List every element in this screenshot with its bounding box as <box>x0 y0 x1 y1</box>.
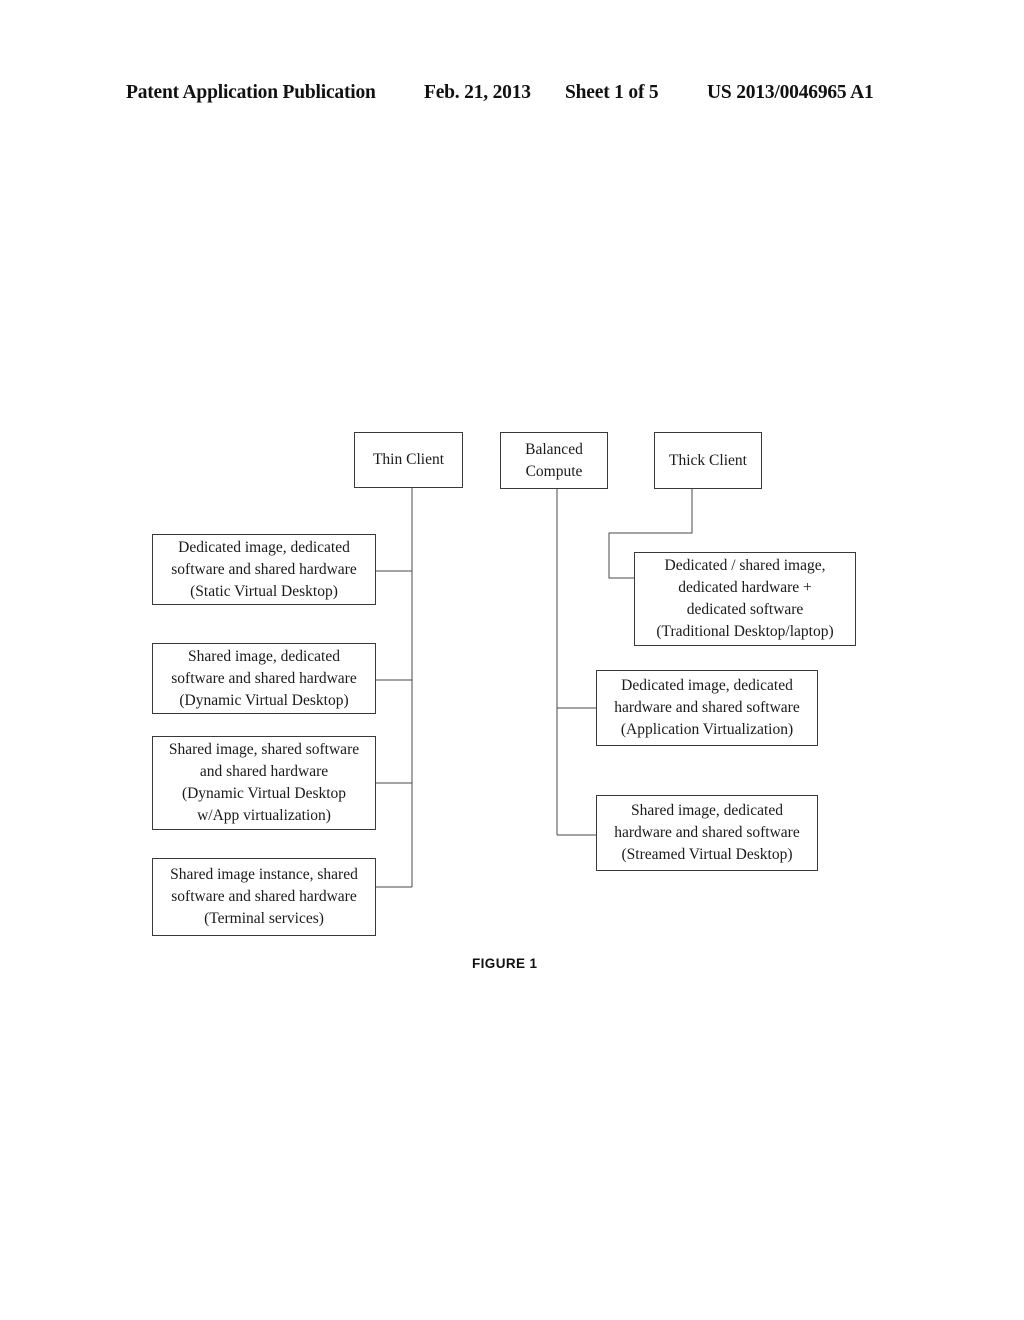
node-streamed-virtual-desktop-line-3: (Streamed Virtual Desktop) <box>621 846 793 863</box>
node-thick-client-line-1: Thick Client <box>669 451 747 469</box>
node-terminal-services-line-2: software and shared hardware <box>171 888 357 905</box>
node-application-virtualization: Dedicated image, dedicated hardware and … <box>596 670 818 746</box>
node-traditional-desktop-laptop-line-1: Dedicated / shared image, <box>664 557 826 574</box>
node-dynamic-vd-app-virtualization-line-4: w/App virtualization) <box>197 807 331 824</box>
node-thin-client: Thin Client <box>354 432 463 488</box>
node-traditional-desktop-laptop-line-3: dedicated software <box>686 601 804 618</box>
node-application-virtualization-line-1: Dedicated image, dedicated <box>621 677 793 694</box>
node-traditional-desktop-laptop-line-4: (Traditional Desktop/laptop) <box>656 623 834 640</box>
node-traditional-desktop-laptop: Dedicated / shared image, dedicated hard… <box>634 552 856 646</box>
node-dynamic-virtual-desktop: Shared image, dedicated software and sha… <box>152 643 376 714</box>
node-dynamic-virtual-desktop-line-3: (Dynamic Virtual Desktop) <box>179 691 349 709</box>
figure-1-diagram: Thin Client Balanced Compute Thick Clien… <box>0 0 1024 1320</box>
node-dynamic-vd-app-virtualization-line-1: Shared image, shared software <box>168 741 360 758</box>
node-terminal-services: Shared image instance, shared software a… <box>152 858 376 936</box>
figure-caption: FIGURE 1 <box>472 956 538 971</box>
node-streamed-virtual-desktop: Shared image, dedicated hardware and sha… <box>596 795 818 871</box>
node-static-virtual-desktop: Dedicated image, dedicated software and … <box>152 534 376 605</box>
node-balanced-compute: Balanced Compute <box>500 432 608 489</box>
node-dynamic-vd-app-virtualization: Shared image, shared software and shared… <box>152 736 376 830</box>
node-thick-client: Thick Client <box>654 432 762 489</box>
node-static-virtual-desktop-line-1: Dedicated image, dedicated <box>178 538 350 556</box>
node-static-virtual-desktop-line-3: (Static Virtual Desktop) <box>190 582 338 600</box>
node-terminal-services-line-1: Shared image instance, shared <box>170 866 358 883</box>
node-dynamic-virtual-desktop-line-2: software and shared hardware <box>171 669 357 687</box>
node-traditional-desktop-laptop-line-2: dedicated hardware + <box>678 579 812 596</box>
node-static-virtual-desktop-line-2: software and shared hardware <box>171 560 357 578</box>
node-balanced-compute-line-2: Compute <box>525 462 583 480</box>
node-application-virtualization-line-3: (Application Virtualization) <box>620 721 794 738</box>
node-dynamic-vd-app-virtualization-line-3: (Dynamic Virtual Desktop <box>181 785 347 802</box>
node-terminal-services-line-3: (Terminal services) <box>204 910 324 927</box>
node-application-virtualization-line-2: hardware and shared software <box>614 699 800 716</box>
node-dynamic-vd-app-virtualization-line-2: and shared hardware <box>199 763 329 780</box>
node-balanced-compute-line-1: Balanced <box>525 440 583 458</box>
patent-figure-page: Patent Application Publication Feb. 21, … <box>0 0 1024 1320</box>
node-thin-client-line-1: Thin Client <box>372 451 445 468</box>
node-streamed-virtual-desktop-line-2: hardware and shared software <box>614 824 800 841</box>
node-streamed-virtual-desktop-line-1: Shared image, dedicated <box>631 802 783 819</box>
node-dynamic-virtual-desktop-line-1: Shared image, dedicated <box>188 647 340 665</box>
